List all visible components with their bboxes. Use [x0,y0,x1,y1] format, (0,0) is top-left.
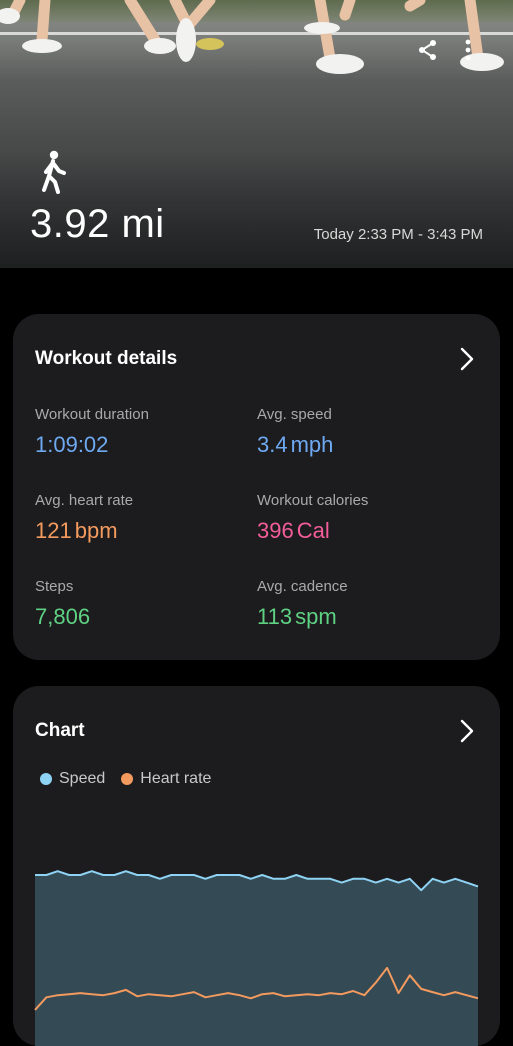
legend-item-speed: Speed [40,770,105,788]
workout-hero-image: 3.92 mi Today 2:33 PM - 3:43 PM [0,0,513,268]
metric-unit: bpm [74,518,118,543]
metric-label: Avg. speed [257,406,332,423]
metric-unit: spm [295,604,337,629]
share-icon [419,40,436,60]
metric-value: 396 [257,518,294,543]
workout-distance: 3.92 mi [30,202,165,246]
metric-label: Steps [35,578,74,595]
metric-value-row: 396 Cal [257,516,467,546]
metric-unit: Cal [296,518,330,543]
chart-title: Chart [35,720,85,741]
metric-label: Workout calories [257,492,369,509]
metric-value-row: 113 spm [257,602,467,632]
metric-value: 3.4 [257,432,288,457]
metric-value: 7,806 [35,604,91,629]
speed-area [35,871,478,1046]
metric-workout-duration: Workout duration 1:09:02 [35,406,245,460]
metric-value-row: 121 bpm [35,516,245,546]
workout-details-card[interactable]: Workout details Workout duration 1:09:02… [13,314,500,660]
legend-label: Heart rate [140,770,212,787]
workout-time-range: Today 2:33 PM - 3:43 PM [313,226,483,243]
legend-label: Speed [59,770,106,787]
metric-value-row: 3.4 mph [257,430,467,460]
metric-workout-calories: Workout calories 396 Cal [257,492,467,546]
metric-unit: mph [290,432,334,457]
chevron-right-icon[interactable] [458,346,476,372]
heart-rate-dot [121,773,134,785]
metric-value: 1:09:02 [35,432,109,457]
workout-chart [34,870,479,1046]
metric-label: Avg. heart rate [35,492,134,509]
metric-avg-cadence: Avg. cadence 113 spm [257,578,467,632]
metric-avg-heart-rate: Avg. heart rate 121 bpm [35,492,245,546]
chevron-right-icon[interactable] [458,718,476,744]
metric-value: 113 [257,604,293,629]
share-button[interactable] [414,36,442,64]
legend-item-heart-rate: Heart rate [121,770,211,788]
chart-legend: Speed Heart rate [40,770,227,788]
workout-details-title: Workout details [35,348,178,369]
metric-steps: Steps 7,806 [35,578,245,632]
metric-label: Avg. cadence [257,578,348,595]
metric-avg-speed: Avg. speed 3.4 mph [257,406,467,460]
more-vertical-icon [465,39,471,61]
walking-icon [42,150,66,194]
speed-dot [40,773,52,785]
more-options-button[interactable] [454,36,482,64]
chart-card[interactable]: Chart Speed Heart rate [13,686,500,1046]
metric-label: Workout duration [35,406,149,423]
metric-value: 121 [35,518,72,543]
